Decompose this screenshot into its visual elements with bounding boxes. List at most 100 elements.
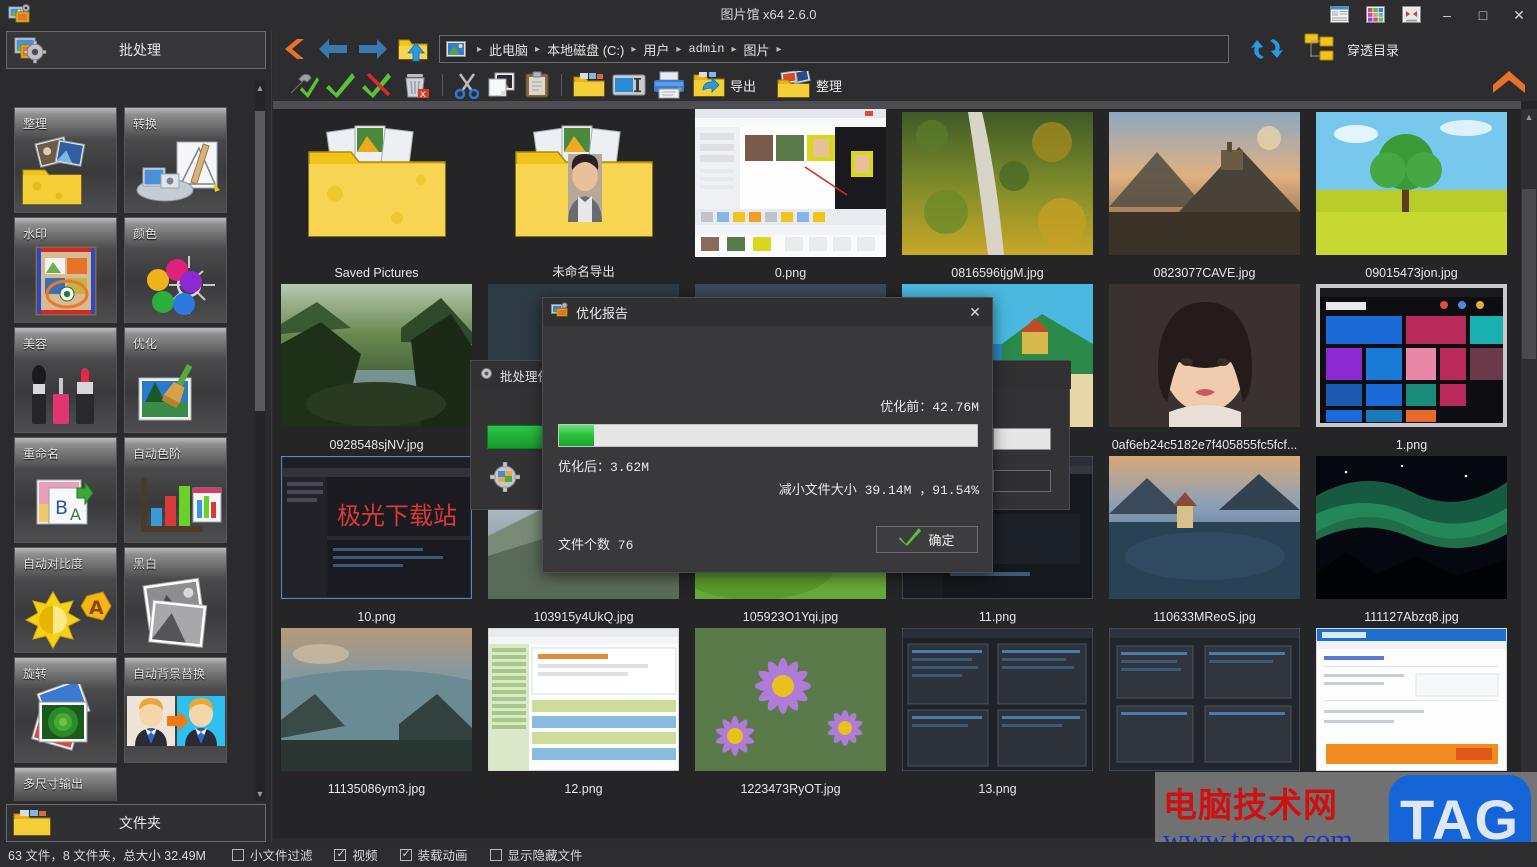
cut-icon[interactable]	[450, 69, 484, 101]
convert-tools-icon	[125, 134, 226, 212]
path-breadcrumb-bar[interactable]: ▸ 此电脑 ▸ 本地磁盘 (C:) ▸ 用户 ▸ admin ▸ 图片 ▸	[439, 35, 1229, 63]
batch-task-field-dark[interactable]	[993, 470, 1051, 492]
sidebar-tile-convert[interactable]: 转换	[124, 107, 227, 213]
multi-size-output-icon	[15, 794, 116, 801]
export-icon[interactable]: 导出	[689, 69, 759, 101]
dialog-title-label: 优化报告	[576, 305, 629, 321]
checkbox-box[interactable]	[231, 848, 244, 861]
sidebar-scrollbar[interactable]: ▲ ▼	[255, 81, 265, 801]
checkbox-video[interactable]: 视频	[334, 845, 378, 864]
thumbnail	[1101, 109, 1308, 257]
grid-item-label: 10.png	[357, 610, 396, 624]
thumbnail	[1308, 109, 1515, 257]
grid-item[interactable]: 13.png	[894, 625, 1101, 799]
confirm-button[interactable]: 确定	[876, 526, 978, 553]
breadcrumb-item-3[interactable]: admin	[688, 42, 724, 56]
checkbox-small-file-filter[interactable]: 小文件过滤	[231, 845, 312, 864]
breadcrumb-separator: ▸	[776, 43, 782, 55]
grid-item[interactable]: 0af6eb24c5182e7f405855fc5fcf...	[1101, 281, 1308, 455]
sidebar-tile-color[interactable]: 颜色	[124, 217, 227, 323]
sidebar-scroll-thumb[interactable]	[255, 111, 265, 411]
grid-item[interactable]: 09015473jon.jpg	[1308, 109, 1515, 283]
up-folder-icon[interactable]	[393, 31, 433, 67]
back-arrow-icon[interactable]	[313, 31, 353, 67]
folder-button[interactable]: 文件夹	[6, 804, 266, 842]
grid-item[interactable]: 111127Abzq8.jpg	[1308, 453, 1515, 627]
folder-button-label: 文件夹	[119, 815, 161, 831]
checkbox-box[interactable]	[489, 848, 502, 861]
organize-label: 整理	[816, 78, 843, 94]
refresh-icon[interactable]	[1245, 31, 1289, 67]
paste-icon[interactable]	[520, 69, 554, 101]
grid-item[interactable]: Saved Pictures	[273, 109, 480, 283]
sidebar-tile-bg-replace[interactable]: 自动背景替换	[124, 657, 227, 763]
sidebar-tile-beauty[interactable]: 美容	[14, 327, 117, 433]
new-folder-icon[interactable]	[569, 69, 609, 101]
back-chevron-icon[interactable]	[273, 31, 313, 67]
grid-item[interactable]: 极光下载站 10.png	[273, 453, 480, 627]
breadcrumb-item-4[interactable]: 图片	[743, 40, 769, 59]
select-all-icon[interactable]	[323, 69, 359, 101]
svg-text:B: B	[55, 497, 68, 519]
list-view-icon[interactable]	[1321, 0, 1357, 29]
tile-view-icon[interactable]	[1357, 0, 1393, 29]
breadcrumb-item-0[interactable]: 此电脑	[489, 40, 528, 59]
maximize-icon[interactable]: □	[1465, 0, 1501, 29]
grid-item[interactable]: 0823077CAVE.jpg	[1101, 109, 1308, 283]
scroll-up-icon[interactable]: ▲	[255, 81, 265, 95]
grid-item[interactable]: 未命名导出	[480, 109, 687, 283]
batch-task-field-light[interactable]	[993, 428, 1051, 450]
checkbox-show-hidden-files[interactable]: 显示隐藏文件	[489, 845, 583, 864]
checkbox-box[interactable]	[334, 847, 347, 861]
grid-item[interactable]: 12.png	[480, 625, 687, 799]
breadcrumb-item-2[interactable]: 用户	[643, 40, 669, 59]
sidebar-tile-black-white[interactable]: 黑白	[124, 547, 227, 653]
sidebar-tile-watermark[interactable]: 水印	[14, 217, 117, 323]
tile-label: 自动对比度	[23, 557, 84, 571]
collapse-up-icon[interactable]	[1491, 67, 1527, 97]
grid-item[interactable]: 1223473RyOT.jpg	[687, 625, 894, 799]
breadcrumb-item-1[interactable]: 本地磁盘 (C:)	[547, 40, 624, 59]
fullscreen-view-icon[interactable]	[1393, 0, 1429, 29]
close-icon[interactable]: ✕	[962, 301, 988, 323]
sidebar-tile-rotate[interactable]: 旋转	[14, 657, 117, 763]
print-icon[interactable]	[649, 69, 689, 101]
grid-scroll-thumb[interactable]	[1522, 189, 1536, 359]
checkbox-box[interactable]	[399, 847, 412, 861]
grid-vertical-scrollbar[interactable]: ▲	[1521, 109, 1537, 838]
thumbnail	[273, 625, 480, 773]
delete-icon[interactable]: x	[397, 69, 435, 101]
sidebar-tile-auto-contrast[interactable]: 自动对比度 A	[14, 547, 117, 653]
grid-item[interactable]: 110633MReoS.jpg	[1101, 453, 1308, 627]
grid-item[interactable]: 0928548sjNV.jpg	[273, 281, 480, 455]
sidebar-tile-rename[interactable]: 重命名 B A	[14, 437, 117, 543]
organize-icon[interactable]: 整理	[773, 69, 845, 101]
cosmetics-icon	[15, 354, 116, 432]
thumbnail	[1308, 281, 1515, 429]
grid-item[interactable]: 0816596tjgM.jpg	[894, 109, 1101, 283]
scroll-up-icon[interactable]: ▲	[1521, 109, 1537, 125]
rename-icon[interactable]	[609, 69, 649, 101]
tile-label: 颜色	[133, 227, 158, 241]
grid-horizontal-scrollbar[interactable]	[273, 101, 1521, 109]
settings-check-icon[interactable]	[285, 69, 323, 101]
close-icon[interactable]: ✕	[1501, 0, 1537, 29]
forward-arrow-icon[interactable]	[353, 31, 393, 67]
sidebar-tile-organize[interactable]: 整理	[14, 107, 117, 213]
copy-icon[interactable]	[484, 69, 520, 101]
grid-item[interactable]: 11135086ym3.jpg	[273, 625, 480, 799]
sidebar-tile-multi-size[interactable]: 多尺寸输出	[14, 767, 117, 801]
minimize-icon[interactable]: –	[1429, 0, 1465, 29]
scroll-down-icon[interactable]: ▼	[255, 787, 265, 801]
gear-photos-icon	[9, 33, 49, 67]
grid-item-label: 1223473RyOT.jpg	[740, 782, 841, 796]
batch-process-header[interactable]: 批处理	[6, 31, 266, 69]
sidebar-tile-auto-levels[interactable]: 自动色阶	[124, 437, 227, 543]
grid-item[interactable]: 1.png	[1308, 281, 1515, 455]
deselect-all-icon[interactable]	[359, 69, 397, 101]
deep-directory-button[interactable]: 穿透目录	[1303, 32, 1399, 67]
sidebar-tile-optimize[interactable]: 优化	[124, 327, 227, 433]
grid-item[interactable]: 0.png	[687, 109, 894, 283]
checkbox-load-animation[interactable]: 装载动画	[399, 845, 468, 864]
breadcrumb-separator: ▸	[631, 43, 637, 55]
